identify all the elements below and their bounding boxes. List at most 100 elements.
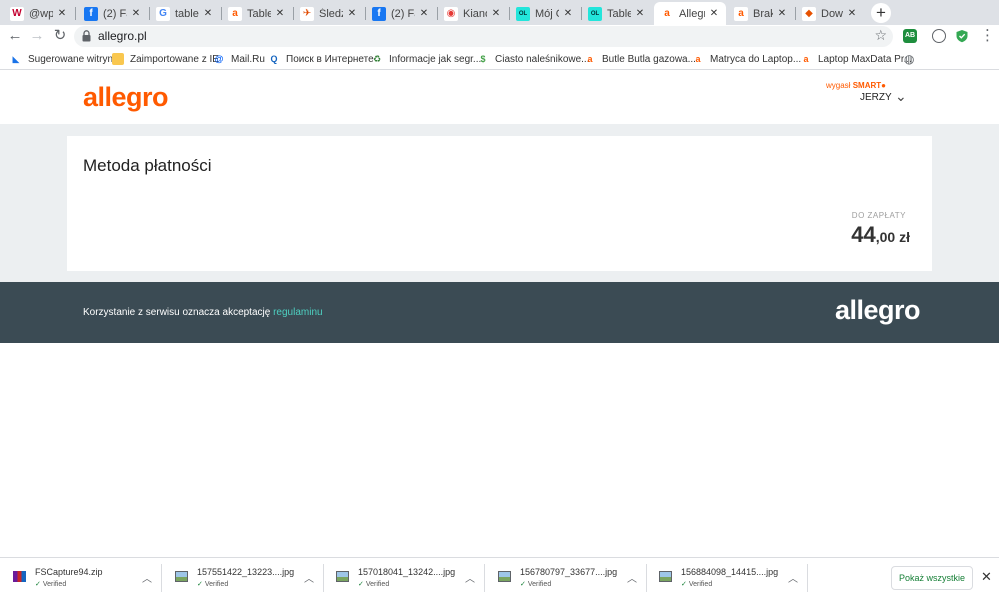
- chevron-up-icon[interactable]: ︿: [142, 570, 152, 585]
- bookmark-item[interactable]: Q Поиск в Интернете: [268, 51, 373, 67]
- terms-link[interactable]: regulaminu: [273, 307, 322, 318]
- terms-notice: Korzystanie z serwisu oznacza akceptację…: [83, 307, 323, 318]
- bookmark-item[interactable]: Zaimportowane z IE: [112, 51, 219, 67]
- checkmark-icon: ✓: [35, 581, 41, 588]
- tab-close-icon[interactable]: ✕: [202, 8, 214, 19]
- chevron-up-icon[interactable]: ︿: [304, 570, 314, 585]
- tab-close-icon[interactable]: ✕: [418, 8, 430, 19]
- bookmark-item[interactable]: $ Ciasto naleśnikowe...: [477, 51, 590, 67]
- image-file-icon: [175, 571, 188, 582]
- url-text[interactable]: allegro.pl: [98, 29, 147, 43]
- download-item[interactable]: 157551422_13223....jpg ✓ Verified ︿: [162, 558, 322, 598]
- olx-icon: OL: [588, 6, 602, 21]
- download-item[interactable]: FSCapture94.zip ✓ Verified ︿: [0, 558, 160, 598]
- tab-title: @wp (2: [29, 7, 53, 20]
- download-status: ✓ Verified: [681, 580, 712, 588]
- browser-tab[interactable]: OL Tablet✕: [582, 2, 652, 25]
- browser-tab[interactable]: f (2) Face✕: [78, 2, 148, 25]
- tab-separator: [75, 7, 76, 20]
- bookmark-label: Ciasto naleśnikowe...: [495, 53, 590, 65]
- tab-close-icon[interactable]: ✕: [562, 8, 574, 19]
- allegro-icon: a: [660, 6, 674, 21]
- tracking-icon: ✈: [300, 6, 314, 21]
- globe-icon[interactable]: ◍: [904, 51, 914, 67]
- download-filename: FSCapture94.zip: [35, 567, 103, 577]
- bookmark-item[interactable]: ♻ Informacje jak segr...: [371, 51, 481, 67]
- bookmark-item[interactable]: a Butle Butla gazowa...: [584, 51, 696, 67]
- bookmark-item[interactable]: ◣ Sugerowane witryny: [10, 51, 119, 67]
- bookmark-star-icon[interactable]: ☆: [874, 27, 887, 44]
- location-pin-icon: ●: [881, 81, 886, 90]
- smart-prefix: wygasł: [826, 81, 851, 90]
- browser-tab[interactable]: ✈ Śledzen✕: [294, 2, 364, 25]
- tab-close-icon[interactable]: ✕: [634, 8, 646, 19]
- tab-close-icon[interactable]: ✕: [274, 8, 286, 19]
- browser-tab[interactable]: a Brak m✕: [728, 2, 794, 25]
- download-status: ✓ Verified: [35, 580, 66, 588]
- tab-close-icon[interactable]: ✕: [846, 8, 858, 19]
- search-icon: Q: [270, 54, 278, 64]
- recipe-icon: $: [480, 54, 486, 64]
- browser-tab[interactable]: OL Mój OL✕: [510, 2, 580, 25]
- download-filename: 157551422_13223....jpg: [197, 567, 295, 577]
- amount-integer: 44: [851, 222, 876, 247]
- bookmark-item[interactable]: @ Mail.Ru: [213, 51, 265, 67]
- bookmarks-bar: ◣ Sugerowane witryny Zaimportowane z IE @ Ma…: [0, 48, 999, 70]
- bookmark-label: Butle Butla gazowa...: [602, 53, 696, 65]
- tab-title: Allegro: [679, 7, 705, 20]
- chevron-up-icon[interactable]: ︿: [627, 570, 637, 585]
- menu-icon[interactable]: ⋮: [980, 26, 995, 44]
- tab-close-icon[interactable]: ✕: [708, 8, 720, 19]
- download-item[interactable]: 156780797_33677....jpg ✓ Verified ︿: [485, 558, 645, 598]
- page-content: allegro wygasł SMART● JERZY ⌄ Metoda pła…: [0, 71, 999, 557]
- recycle-icon: ♻: [372, 53, 382, 64]
- tab-title: Śledzen: [319, 7, 343, 20]
- browser-tab[interactable]: ◆ Downl✕: [796, 2, 864, 25]
- tab-close-icon[interactable]: ✕: [130, 8, 142, 19]
- download-item[interactable]: 157018041_13242....jpg ✓ Verified ︿: [323, 558, 483, 598]
- new-tab-icon[interactable]: +: [871, 3, 891, 23]
- tab-title: tablet k: [175, 7, 199, 20]
- smart-status: wygasł SMART●: [826, 81, 886, 90]
- footer-allegro-logo[interactable]: allegro: [835, 295, 921, 326]
- allegro-logo[interactable]: allegro: [83, 82, 169, 113]
- chevron-down-icon[interactable]: ⌄: [895, 88, 907, 105]
- bookmark-label: Informacje jak segr...: [389, 53, 482, 65]
- forward-icon[interactable]: →: [28, 27, 46, 45]
- chevron-up-icon[interactable]: ︿: [788, 570, 798, 585]
- reload-icon[interactable]: ↻: [51, 27, 69, 45]
- show-all-downloads-button[interactable]: Pokaż wszystkie: [891, 566, 973, 590]
- browser-tab[interactable]: f (2) Face✕: [366, 2, 436, 25]
- amount-due-label: DO ZAPŁATY: [851, 211, 906, 220]
- address-bar[interactable]: allegro.pl ☆: [74, 26, 893, 47]
- bookmark-label: Zaimportowane z IE: [130, 53, 219, 65]
- user-name[interactable]: JERZY: [860, 92, 892, 103]
- browser-tab[interactable]: Gtablet k✕: [150, 2, 220, 25]
- tab-close-icon[interactable]: ✕: [56, 8, 68, 19]
- download-shelf: Pokaż wszystkie ✕ FSCapture94.zip ✓ Verifi…: [0, 557, 999, 597]
- chevron-up-icon[interactable]: ︿: [465, 570, 475, 585]
- download-item[interactable]: 156884098_14415....jpg ✓ Verified ︿: [646, 558, 806, 598]
- browser-tab[interactable]: a Allegro✕: [654, 2, 726, 25]
- checkmark-icon: ✓: [681, 581, 687, 588]
- olx-icon: OL: [516, 6, 530, 21]
- close-icon[interactable]: ✕: [981, 569, 992, 585]
- back-icon[interactable]: ←: [6, 27, 24, 45]
- bookmark-item[interactable]: a Laptop MaxData Pr...: [800, 51, 911, 67]
- shield-extension-icon[interactable]: [955, 29, 969, 43]
- download-filename: 156884098_14415....jpg: [681, 567, 779, 577]
- browser-tab[interactable]: ◉ Kiano S✕: [438, 2, 508, 25]
- adblock-extension-icon[interactable]: AB: [903, 29, 917, 43]
- browser-tab[interactable]: a Tablet✕: [222, 2, 292, 25]
- bookmark-item[interactable]: a Matryca do Laptop...: [692, 51, 801, 67]
- tab-close-icon[interactable]: ✕: [490, 8, 502, 19]
- browser-tab[interactable]: W @wp (2✕: [4, 2, 74, 25]
- tab-close-icon[interactable]: ✕: [776, 8, 788, 19]
- image-file-icon: [336, 571, 349, 582]
- bookmark-label: Sugerowane witryny: [28, 53, 119, 65]
- tab-close-icon[interactable]: ✕: [346, 8, 358, 19]
- profile-icon[interactable]: [932, 29, 946, 43]
- google-icon: G: [156, 6, 170, 21]
- page-title: Metoda płatności: [83, 156, 212, 175]
- download-status: ✓ Verified: [197, 580, 228, 588]
